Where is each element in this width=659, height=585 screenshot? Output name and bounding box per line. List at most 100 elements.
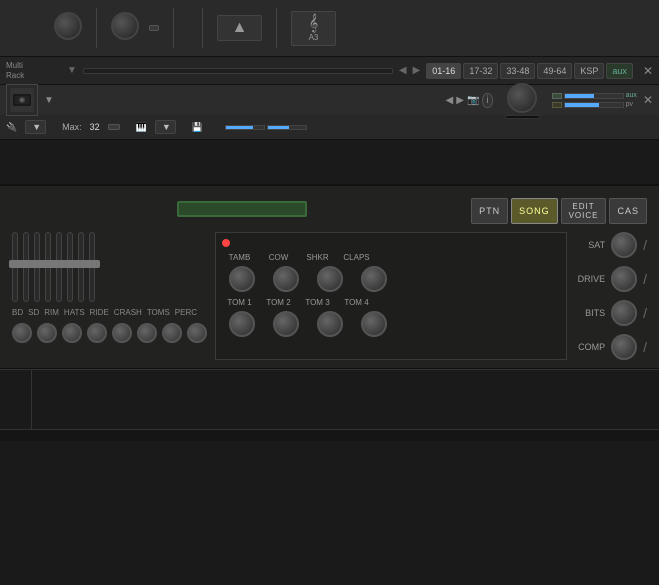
inst-dropdown-arrow[interactable]: ▼ xyxy=(44,95,54,106)
pad-knob-shkr[interactable] xyxy=(317,266,343,292)
piano-keys-area[interactable]: // will be generated below xyxy=(32,370,659,429)
instrument-thumbnail xyxy=(6,84,38,116)
ch-knob-hats[interactable] xyxy=(87,323,107,343)
rack-tab-01-16[interactable]: 01-16 xyxy=(426,63,461,79)
ptn-button[interactable]: PTN xyxy=(471,198,508,224)
mute-button[interactable] xyxy=(552,102,562,108)
ch-label-ride: RIDE xyxy=(90,308,109,317)
rack-close-button[interactable]: ✕ xyxy=(643,64,653,78)
pad-label-claps: CLAPS xyxy=(339,253,374,262)
sat-knob[interactable] xyxy=(611,232,637,258)
inst-close-button[interactable]: ✕ xyxy=(643,93,653,107)
pad-label-tom3: TOM 3 xyxy=(300,298,335,307)
bits-slash: / xyxy=(643,305,647,321)
ch-label-crash: CRASH xyxy=(114,308,142,317)
pad-label-tom2: TOM 2 xyxy=(261,298,296,307)
ch-faders-row xyxy=(12,232,207,302)
ch-label-bd: BD xyxy=(12,308,23,317)
rx5-main-panel: PTN SONG EDITVOICE CAS xyxy=(0,186,659,369)
pad-knob-tom2[interactable] xyxy=(273,311,299,337)
rack-prev-arrow[interactable]: ◀ xyxy=(399,65,407,76)
ch-label-sd: SD xyxy=(28,308,39,317)
ch-labels-row: BD SD RIM HATS RIDE CRASH TOMS PERC xyxy=(12,306,207,317)
inst-header-row2: 🔌 ▼ Max: 32 🎹 ▼ 💾 xyxy=(0,115,659,139)
camera-icon[interactable]: 📷 xyxy=(467,95,479,106)
note-label: A3 xyxy=(309,33,319,42)
bits-row: BITS / xyxy=(575,300,647,326)
output-dropdown[interactable]: ▼ xyxy=(25,120,46,134)
pv-label: pv xyxy=(626,101,633,108)
drive-knob[interactable] xyxy=(611,266,637,292)
rack-tab-49-64[interactable]: 49-64 xyxy=(537,63,572,79)
ch-knob-crash[interactable] xyxy=(137,323,157,343)
pads-area: TAMB COW SHKR CLAPS TOM 1 TOM 2 TOM 3 TO… xyxy=(215,232,567,360)
cas-button[interactable]: CAS xyxy=(609,198,647,224)
pad-knob-claps[interactable] xyxy=(361,266,387,292)
rx5-display xyxy=(177,201,307,217)
ch-fader-ride xyxy=(56,232,62,302)
rack-next-arrow[interactable]: ▶ xyxy=(413,65,421,76)
sat-slash: / xyxy=(643,237,647,253)
rack-tab-33-48[interactable]: 33-48 xyxy=(500,63,535,79)
tune-value xyxy=(505,115,540,119)
ch-knob-toms[interactable] xyxy=(162,323,182,343)
ch-knob-rim[interactable] xyxy=(62,323,82,343)
rack-dropdown-arrow[interactable]: ▼ xyxy=(67,65,77,76)
pad-knob-tamb[interactable] xyxy=(229,266,255,292)
bottom-scrollbar[interactable] xyxy=(0,429,659,441)
rack-tab-aux[interactable]: aux xyxy=(606,63,633,79)
velocity-dot xyxy=(222,239,230,247)
pads-knobs-row-1 xyxy=(222,266,560,292)
divider-2 xyxy=(173,8,174,48)
ext-button[interactable] xyxy=(149,25,159,31)
inst-next-arrow[interactable]: ▶ xyxy=(456,95,464,106)
pad-knob-tom3[interactable] xyxy=(317,311,343,337)
pad-label-tom4: TOM 4 xyxy=(339,298,374,307)
info-icon[interactable]: i xyxy=(482,93,492,108)
ch-knob-ride[interactable] xyxy=(112,323,132,343)
pad-knob-cow[interactable] xyxy=(273,266,299,292)
rack-tab-ksp[interactable]: KSP xyxy=(574,63,604,79)
solo-button[interactable] xyxy=(552,93,562,99)
pads-knobs-row-2 xyxy=(222,311,560,337)
channel-fader-strip: // Generate 32 faders const faderRow = d… xyxy=(0,140,659,186)
pad-label-shkr: SHKR xyxy=(300,253,335,262)
right-controls: aux pv xyxy=(552,92,637,108)
ch-fader-perc xyxy=(89,232,95,302)
pad-label-cow: COW xyxy=(261,253,296,262)
edit-voice-button[interactable]: EDITVOICE xyxy=(561,198,607,224)
pads-row-1: TAMB COW SHKR CLAPS xyxy=(222,253,560,262)
rack-tab-17-32[interactable]: 17-32 xyxy=(463,63,498,79)
rack-name[interactable] xyxy=(83,68,393,74)
output-icon: 🔌 xyxy=(6,122,17,133)
velocity-label xyxy=(222,239,560,247)
bits-knob[interactable] xyxy=(611,300,637,326)
ch-knob-sd[interactable] xyxy=(37,323,57,343)
ch-knob-bd[interactable] xyxy=(12,323,32,343)
ch-fader-crash xyxy=(67,232,73,302)
pad-knob-tom1[interactable] xyxy=(229,311,255,337)
midi-ch-dropdown[interactable]: ▼ xyxy=(155,120,176,134)
comp-knob[interactable] xyxy=(611,334,637,360)
ch-knob-perc[interactable] xyxy=(187,323,207,343)
vol-a-icon: ▲ xyxy=(232,19,248,37)
midi-icon: 🎹 xyxy=(136,122,147,133)
vol-a-section: ▲ xyxy=(217,15,262,41)
master-tune-knob[interactable] xyxy=(111,12,139,40)
pad-knob-tom4[interactable] xyxy=(361,311,387,337)
ch-knobs-row xyxy=(12,323,207,343)
drive-row: DRIVE / xyxy=(575,266,647,292)
purge-button[interactable] xyxy=(108,124,120,130)
tune-knob[interactable] xyxy=(507,83,537,113)
master-vol-knob[interactable] xyxy=(54,12,82,40)
multi-rack-label: MultiRack xyxy=(6,61,61,80)
rx5-body: BD SD RIM HATS RIDE CRASH TOMS PERC xyxy=(12,232,647,360)
divider-3 xyxy=(202,8,203,48)
bits-label: BITS xyxy=(575,308,605,318)
inst-prev-arrow[interactable]: ◀ xyxy=(446,95,454,106)
max-voices-label: Max: xyxy=(62,122,82,132)
piano-roll: // will be generated below xyxy=(0,369,659,429)
rack-bar: MultiRack ▼ ◀ ▶ 01-16 17-32 33-48 49-64 … xyxy=(0,57,659,85)
song-button[interactable]: SONG xyxy=(511,198,558,224)
divider-4 xyxy=(276,8,277,48)
